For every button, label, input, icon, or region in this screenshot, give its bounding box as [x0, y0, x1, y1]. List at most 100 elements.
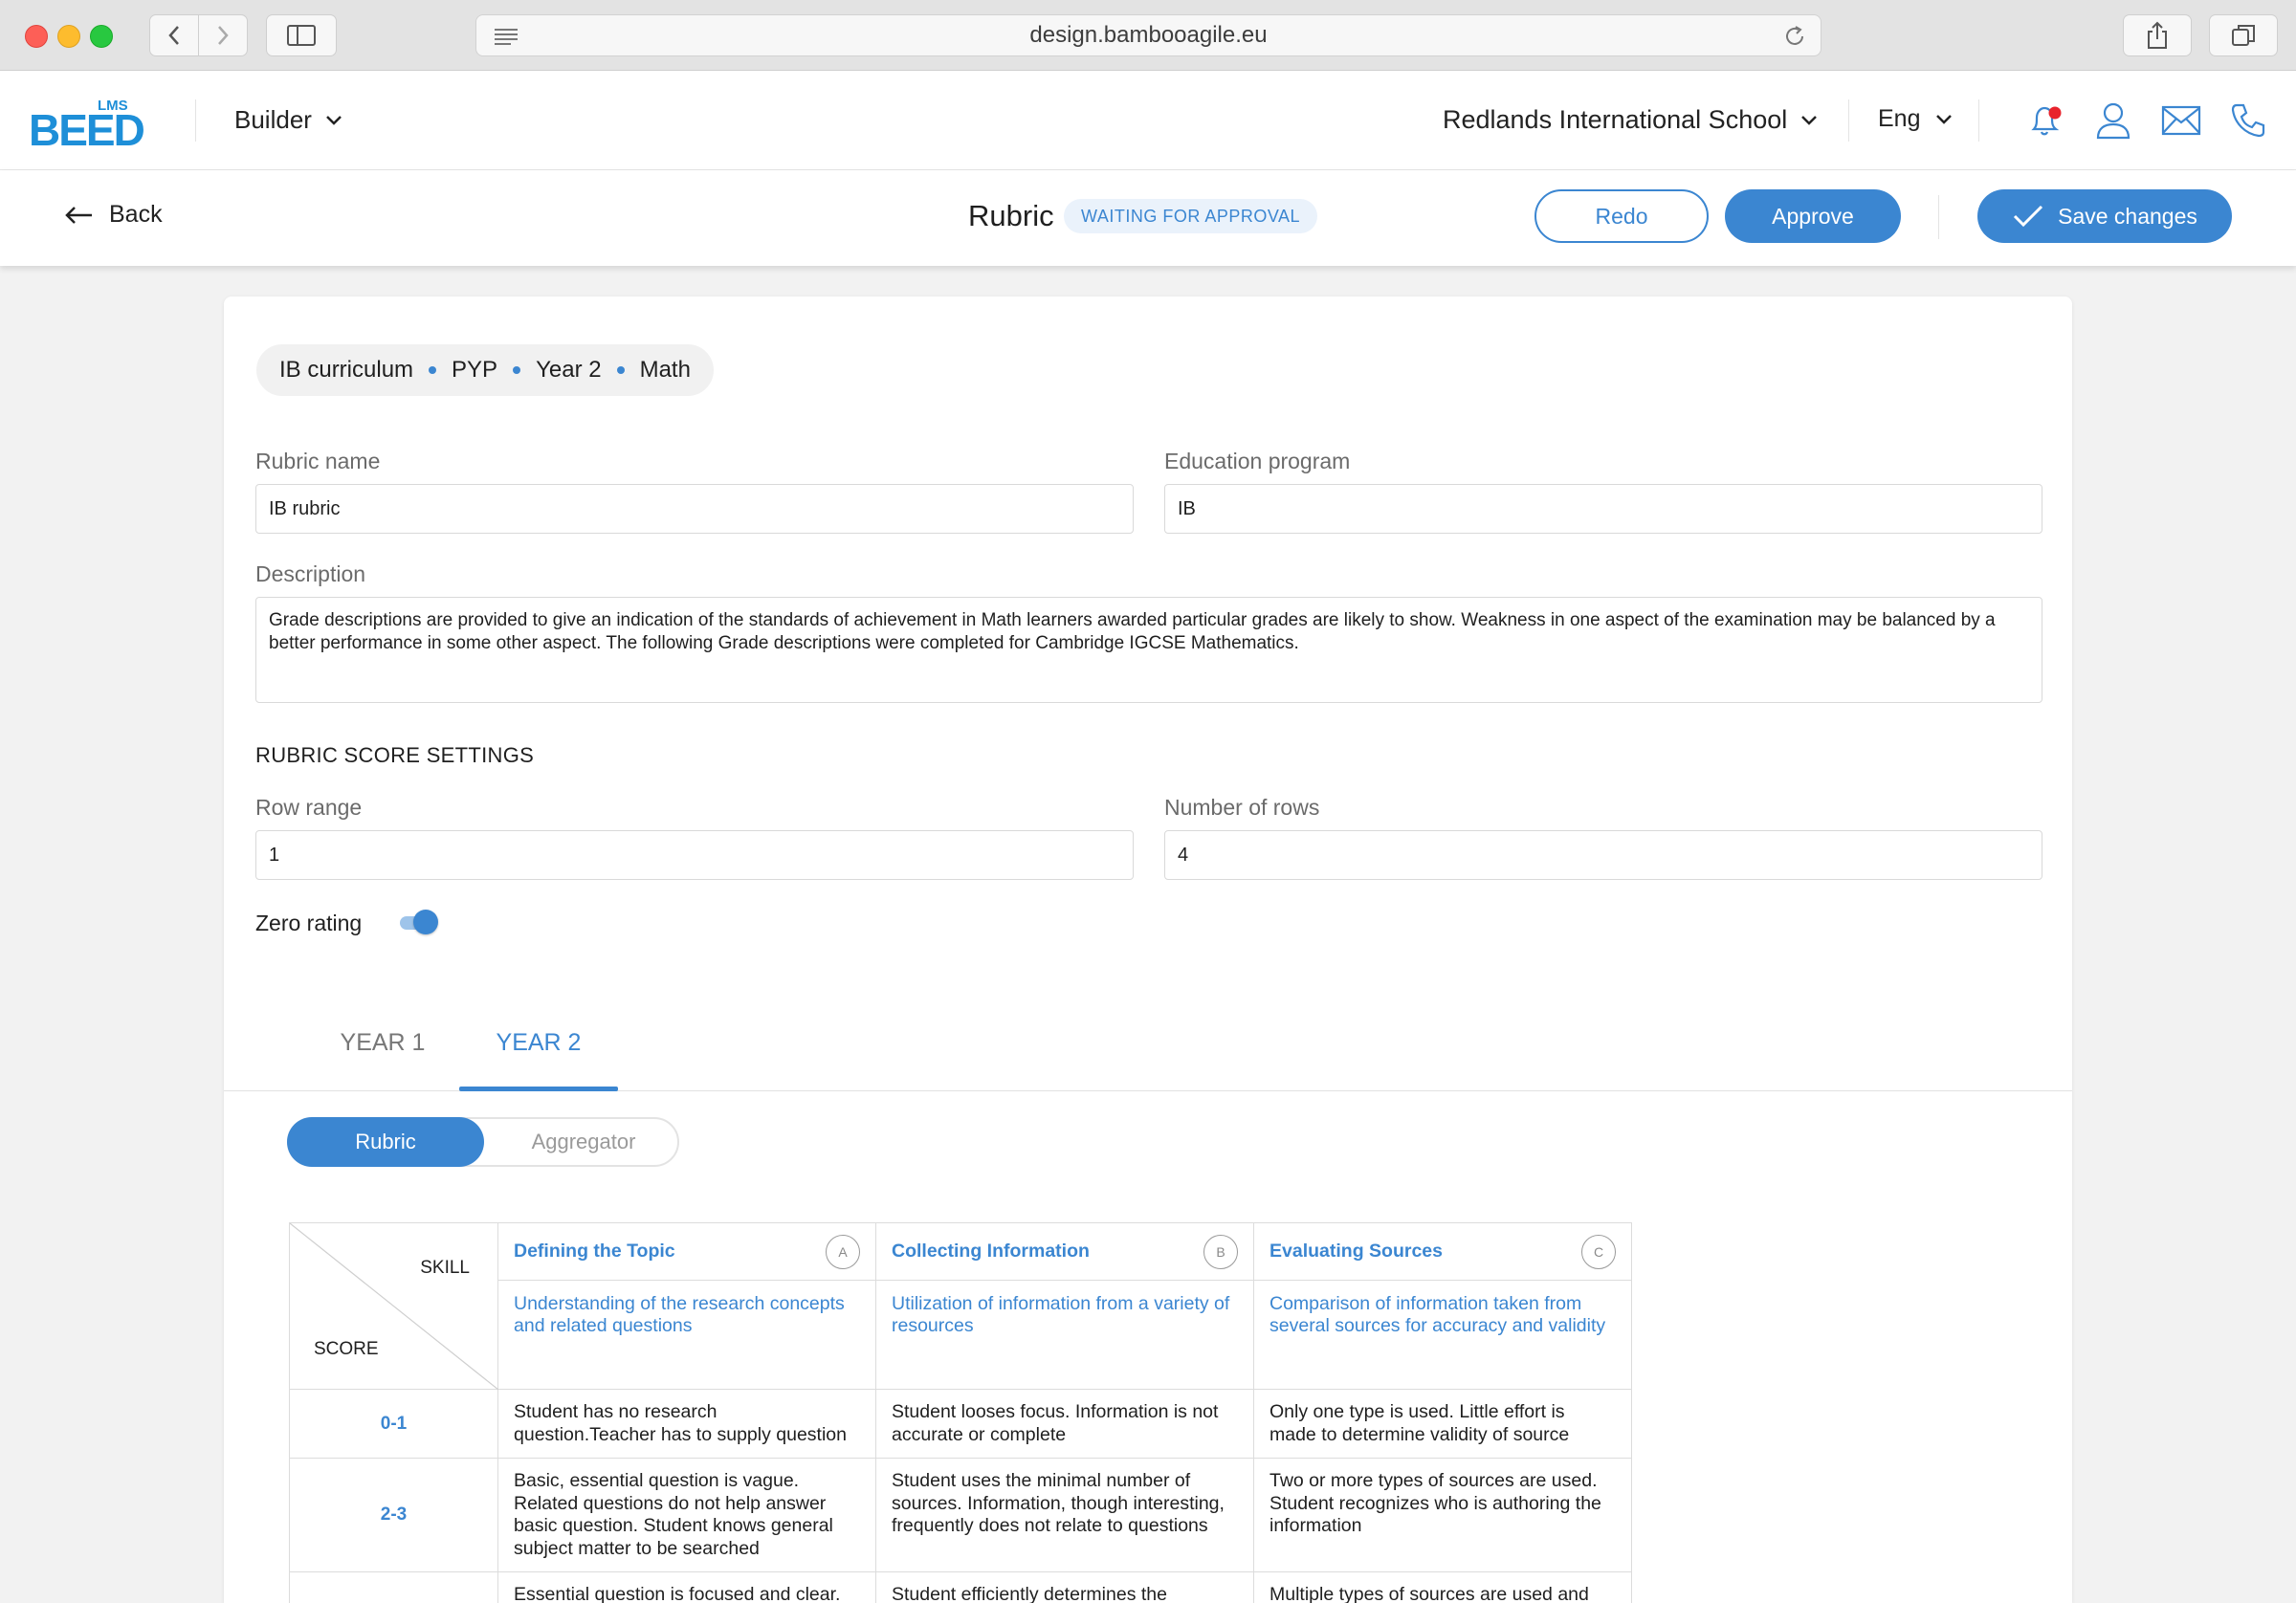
- browser-toolbar: design.bambooagile.eu: [0, 0, 2296, 71]
- breadcrumb-separator: [616, 366, 625, 374]
- score-range-cell[interactable]: 0-1: [289, 1389, 498, 1459]
- education-program-label: Education program: [1164, 449, 1351, 473]
- page-toolbar: Back Rubric WAITING FOR APPROVAL Redo Ap…: [0, 170, 2296, 266]
- score-axis-label: SCORE: [314, 1339, 379, 1359]
- save-label: Save changes: [2058, 203, 2197, 229]
- criterion-cell[interactable]: Student looses focus. Information is not…: [875, 1389, 1254, 1459]
- row-range-label: Row range: [255, 795, 363, 820]
- criterion-cell[interactable]: Basic, essential question is vague. Rela…: [497, 1458, 876, 1572]
- skill-name: Collecting Information: [892, 1241, 1090, 1262]
- table-row: 2-3 Basic, essential question is vague. …: [289, 1458, 1632, 1572]
- criterion-cell[interactable]: Student efficiently determines the: [875, 1571, 1254, 1603]
- toolbar-divider: [1938, 195, 1939, 239]
- language-label: Eng: [1878, 105, 1921, 132]
- number-of-rows-input[interactable]: 4: [1164, 830, 2042, 880]
- row-range-input[interactable]: 1: [255, 830, 1134, 880]
- profile-button[interactable]: [2090, 98, 2136, 143]
- tab-year-1[interactable]: YEAR 1: [316, 995, 450, 1091]
- breadcrumb-item[interactable]: Math: [640, 357, 691, 384]
- user-icon: [2096, 102, 2130, 140]
- criterion-cell[interactable]: Student has no research question.Teacher…: [497, 1389, 876, 1459]
- view-toggle: Rubric Aggregator: [287, 1117, 679, 1167]
- save-changes-button[interactable]: Save changes: [1977, 189, 2232, 243]
- school-label: Redlands International School: [1443, 105, 1788, 134]
- sidebar-toggle-button[interactable]: [266, 14, 337, 56]
- breadcrumb-item[interactable]: PYP: [452, 357, 497, 384]
- back-label: Back: [109, 201, 163, 228]
- education-program-input[interactable]: IB: [1164, 484, 2042, 534]
- checkmark-icon: [2014, 205, 2043, 228]
- chevron-down-icon: [1801, 115, 1818, 125]
- header-divider: [1848, 99, 1849, 142]
- phone-icon: [2231, 103, 2265, 138]
- breadcrumb-item[interactable]: IB curriculum: [279, 357, 413, 384]
- reader-icon: [495, 29, 518, 45]
- rubric-name-input[interactable]: IB rubric: [255, 484, 1134, 534]
- skill-header[interactable]: Defining the Topic A: [497, 1222, 876, 1281]
- reload-icon[interactable]: [1782, 24, 1807, 49]
- table-row: Essential question is focused and clear.…: [289, 1571, 1632, 1603]
- approve-button[interactable]: Approve: [1725, 189, 1901, 243]
- page-title: Rubric: [968, 199, 1054, 232]
- breadcrumb: IB curriculum PYP Year 2 Math: [256, 344, 714, 396]
- score-settings-title: RUBRIC SCORE SETTINGS: [255, 743, 535, 767]
- criterion-cell[interactable]: Two or more types of sources are used. S…: [1253, 1458, 1632, 1572]
- skill-description[interactable]: Utilization of information from a variet…: [875, 1280, 1254, 1390]
- score-range-cell[interactable]: 2-3: [289, 1458, 498, 1572]
- year-tabs: YEAR 1 YEAR 2: [224, 995, 2072, 1091]
- criterion-cell[interactable]: Student uses the minimal number of sourc…: [875, 1458, 1254, 1572]
- skill-header[interactable]: Collecting Information B: [875, 1222, 1254, 1281]
- tabs-overview-button[interactable]: [2209, 14, 2278, 56]
- active-tab-indicator: [459, 1087, 618, 1091]
- tabs-icon: [2232, 25, 2255, 46]
- table-row: 0-1 Student has no research question.Tea…: [289, 1389, 1632, 1459]
- arrow-left-icon: [65, 206, 92, 224]
- tab-year-2[interactable]: YEAR 2: [459, 995, 618, 1091]
- skill-letter-badge: C: [1581, 1235, 1616, 1269]
- browser-forward-button[interactable]: [198, 14, 248, 56]
- skill-letter-badge: A: [826, 1235, 860, 1269]
- messages-button[interactable]: [2158, 98, 2204, 143]
- close-window-button[interactable]: [25, 25, 48, 48]
- zero-rating-label: Zero rating: [255, 911, 363, 935]
- rubric-card: IB curriculum PYP Year 2 Math Rubric nam…: [224, 296, 2072, 1603]
- minimize-window-button[interactable]: [57, 25, 80, 48]
- zero-rating-toggle[interactable]: [400, 910, 438, 934]
- redo-button[interactable]: Redo: [1534, 189, 1709, 243]
- rubric-view-button[interactable]: Rubric: [287, 1117, 484, 1167]
- status-badge: WAITING FOR APPROVAL: [1064, 199, 1318, 233]
- maximize-window-button[interactable]: [90, 25, 113, 48]
- beed-logo[interactable]: LMS BEED: [29, 92, 159, 149]
- skill-letter-badge: B: [1203, 1235, 1238, 1269]
- back-button[interactable]: Back: [63, 201, 163, 229]
- skill-header[interactable]: Evaluating Sources C: [1253, 1222, 1632, 1281]
- app-header: LMS BEED Builder Redlands International …: [0, 71, 2296, 170]
- share-button[interactable]: [2123, 14, 2192, 56]
- criterion-cell[interactable]: Essential question is focused and clear.: [497, 1571, 876, 1603]
- school-dropdown[interactable]: Redlands International School: [1443, 105, 1818, 135]
- description-textarea[interactable]: Grade descriptions are provided to give …: [255, 597, 2042, 703]
- chevron-left-icon: [168, 26, 179, 45]
- criterion-cell[interactable]: Only one type is used. Little effort is …: [1253, 1389, 1632, 1459]
- svg-text:BEED: BEED: [29, 105, 144, 149]
- skill-description[interactable]: Comparison of information taken from sev…: [1253, 1280, 1632, 1390]
- sidebar-icon: [287, 25, 316, 46]
- criterion-cell[interactable]: Multiple types of sources are used and: [1253, 1571, 1632, 1603]
- address-bar[interactable]: design.bambooagile.eu: [475, 14, 1821, 56]
- breadcrumb-separator: [429, 366, 437, 374]
- workspace-dropdown[interactable]: Builder: [234, 105, 342, 135]
- chevron-down-icon: [326, 115, 342, 125]
- header-divider: [1978, 99, 1979, 142]
- language-dropdown[interactable]: Eng: [1878, 105, 1953, 133]
- skill-description[interactable]: Understanding of the research concepts a…: [497, 1280, 876, 1390]
- call-button[interactable]: [2225, 98, 2271, 143]
- rubric-name-label: Rubric name: [255, 449, 381, 473]
- breadcrumb-item[interactable]: Year 2: [536, 357, 602, 384]
- notifications-button[interactable]: [2022, 98, 2068, 143]
- url-text: design.bambooagile.eu: [1029, 22, 1268, 48]
- browser-back-button[interactable]: [149, 14, 199, 56]
- score-range-cell[interactable]: [289, 1571, 498, 1603]
- aggregator-view-button[interactable]: Aggregator: [486, 1117, 681, 1167]
- header-divider: [195, 99, 196, 142]
- toggle-knob: [413, 910, 438, 934]
